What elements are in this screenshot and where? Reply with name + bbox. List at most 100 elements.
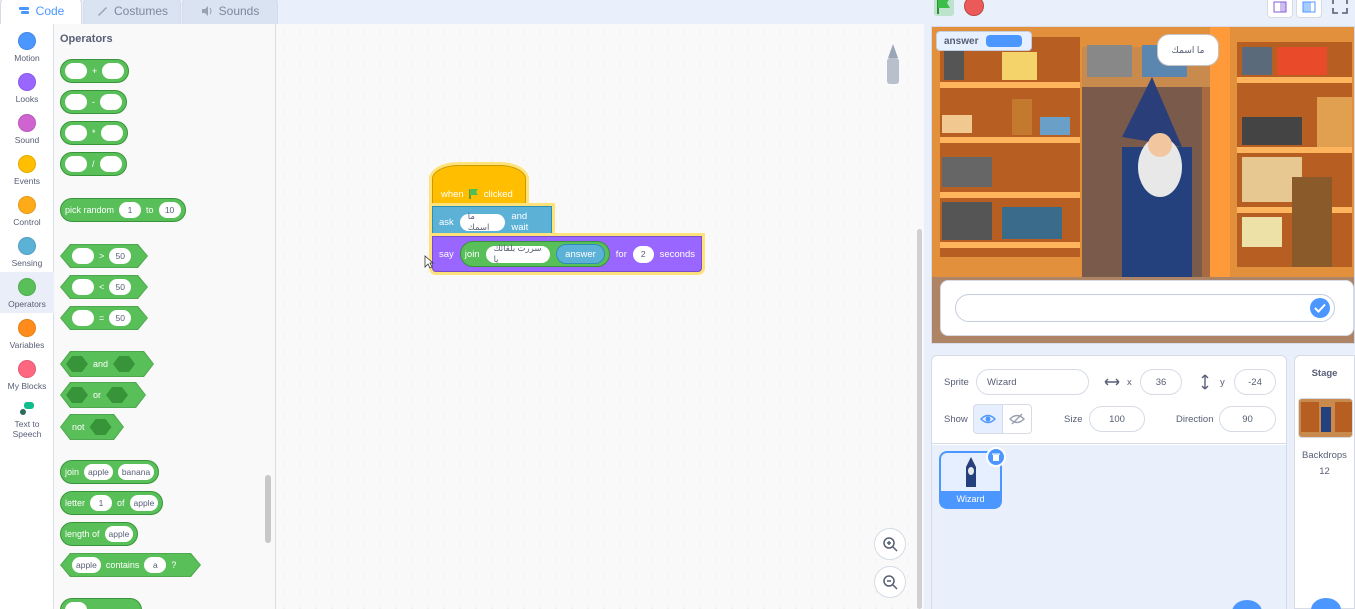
category-motion[interactable]: Motion xyxy=(0,26,54,67)
category-sound[interactable]: Sound xyxy=(0,108,54,149)
sprite-tile-wizard[interactable]: Wizard xyxy=(939,447,1006,509)
submit-answer-button[interactable] xyxy=(1310,298,1330,318)
when-flag-clicked-block[interactable]: when clicked xyxy=(432,165,526,211)
seconds-input[interactable]: 2 xyxy=(632,245,654,263)
join-input-a[interactable]: apple xyxy=(84,464,113,480)
tab-costumes[interactable]: Costumes xyxy=(83,0,181,24)
random-to-input[interactable]: 10 xyxy=(158,202,181,218)
hide-sprite-button[interactable] xyxy=(1002,404,1032,434)
stage-selector[interactable]: Stage Backdrops 12 xyxy=(1294,355,1355,609)
zoom-out-button[interactable] xyxy=(874,566,906,598)
small-stage-button[interactable] xyxy=(1267,0,1293,18)
answer-variable-monitor[interactable]: answer xyxy=(936,31,1032,51)
less-than-block[interactable]: < 50 xyxy=(60,275,148,299)
events-dot-icon xyxy=(18,155,36,173)
stop-button[interactable] xyxy=(964,0,984,16)
operand-slot[interactable]: 50 xyxy=(109,310,131,326)
operand-slot[interactable] xyxy=(72,310,94,326)
size-input[interactable]: 100 xyxy=(1089,406,1145,432)
x-label: x xyxy=(1127,377,1132,388)
operand-slot[interactable] xyxy=(72,279,94,295)
category-label-line1: Text to xyxy=(14,419,40,429)
script-scrollbar[interactable] xyxy=(917,229,922,609)
tab-sounds[interactable]: Sounds xyxy=(182,0,278,24)
block-label: contains xyxy=(105,560,140,570)
contains-input-a[interactable]: apple xyxy=(72,557,101,573)
operand-slot[interactable] xyxy=(100,94,122,110)
category-looks[interactable]: Looks xyxy=(0,67,54,108)
greater-than-block[interactable]: > 50 xyxy=(60,244,148,268)
palette-scrollbar[interactable] xyxy=(265,475,271,543)
delete-sprite-button[interactable] xyxy=(986,447,1006,467)
divide-block[interactable]: / xyxy=(60,152,127,176)
equals-block[interactable]: = 50 xyxy=(60,306,148,330)
say-for-seconds-block[interactable]: say join سررت بلقائك يا answer for 2 sec… xyxy=(432,236,702,272)
contains-input-b[interactable]: a xyxy=(144,557,166,573)
operand-slot[interactable] xyxy=(65,125,87,141)
operand-slot[interactable] xyxy=(65,63,87,79)
y-input[interactable]: -24 xyxy=(1234,369,1276,395)
operand-slot[interactable] xyxy=(100,125,123,141)
answer-input[interactable] xyxy=(955,294,1335,322)
script-area[interactable] xyxy=(276,24,924,609)
category-text-to-speech[interactable]: Text to Speech xyxy=(0,396,54,444)
ask-question-input[interactable]: ما اسمك xyxy=(459,211,506,232)
category-variables[interactable]: Variables xyxy=(0,313,54,354)
letter-index-input[interactable]: 1 xyxy=(90,495,113,511)
sprite-name-input[interactable]: Wizard xyxy=(976,369,1089,395)
category-sensing[interactable]: Sensing xyxy=(0,231,54,272)
or-block[interactable]: or xyxy=(60,382,146,408)
size-label: Size xyxy=(1064,414,1083,425)
multiply-block[interactable]: * xyxy=(60,121,128,145)
green-flag-button[interactable] xyxy=(934,0,954,16)
add-backdrop-button[interactable] xyxy=(1311,598,1341,609)
block-label: say xyxy=(439,248,454,260)
length-word-input[interactable]: apple xyxy=(104,526,134,542)
join-reporter[interactable]: join سررت بلقائك يا answer xyxy=(459,241,610,267)
category-events[interactable]: Events xyxy=(0,149,54,190)
operand-slot[interactable] xyxy=(65,94,87,110)
category-operators[interactable]: Operators xyxy=(0,272,54,313)
contains-block[interactable]: apple contains a ? xyxy=(60,553,201,577)
add-sprite-button[interactable] xyxy=(1232,600,1262,609)
join-input-b[interactable]: banana xyxy=(117,464,155,480)
operand-slot[interactable]: 50 xyxy=(109,279,131,295)
x-input[interactable]: 36 xyxy=(1140,369,1182,395)
zoom-in-button[interactable] xyxy=(874,528,906,560)
answer-reporter[interactable]: answer xyxy=(556,244,605,264)
tab-code[interactable]: Code xyxy=(0,0,82,24)
sprite-info: Sprite Wizard x 36 y -24 Show Size 100 D… xyxy=(932,356,1286,444)
control-dot-icon xyxy=(18,196,36,214)
fullscreen-icon[interactable] xyxy=(1330,0,1350,16)
category-control[interactable]: Control xyxy=(0,190,54,231)
operators-dot-icon xyxy=(18,278,36,296)
length-of-block[interactable]: length of apple xyxy=(60,522,139,546)
ask-and-wait-block[interactable]: ask ما اسمك and wait xyxy=(432,206,552,238)
monitor-label: answer xyxy=(944,35,979,47)
operand-slot[interactable] xyxy=(102,63,125,79)
operator-label: = xyxy=(99,313,105,323)
large-stage-button[interactable] xyxy=(1296,0,1322,18)
operand-slot[interactable] xyxy=(99,156,122,172)
operand-slot[interactable] xyxy=(65,602,87,609)
eye-slash-icon xyxy=(1009,413,1025,425)
subtract-block[interactable]: - xyxy=(60,90,127,114)
add-block[interactable]: + xyxy=(60,59,130,83)
join-block[interactable]: join apple banana xyxy=(60,460,160,484)
category-my-blocks[interactable]: My Blocks xyxy=(0,354,54,395)
operand-slot[interactable] xyxy=(72,248,94,264)
not-block[interactable]: not xyxy=(60,414,124,440)
show-visible-button[interactable] xyxy=(973,404,1003,434)
sprite-list: Wizard xyxy=(932,445,1286,609)
operand-slot[interactable]: 50 xyxy=(109,248,131,264)
random-from-input[interactable]: 1 xyxy=(119,202,142,218)
and-block[interactable]: and xyxy=(60,351,154,377)
letter-word-input[interactable]: apple xyxy=(129,495,159,511)
operand-slot[interactable] xyxy=(65,156,87,172)
mod-block-partial[interactable] xyxy=(60,598,142,609)
join-text-input[interactable]: سررت بلقائك يا xyxy=(485,243,551,264)
y-label: y xyxy=(1220,377,1225,388)
direction-input[interactable]: 90 xyxy=(1219,406,1276,432)
letter-of-block[interactable]: letter 1 of apple xyxy=(60,491,164,515)
pick-random-block[interactable]: pick random 1 to 10 xyxy=(60,198,186,222)
